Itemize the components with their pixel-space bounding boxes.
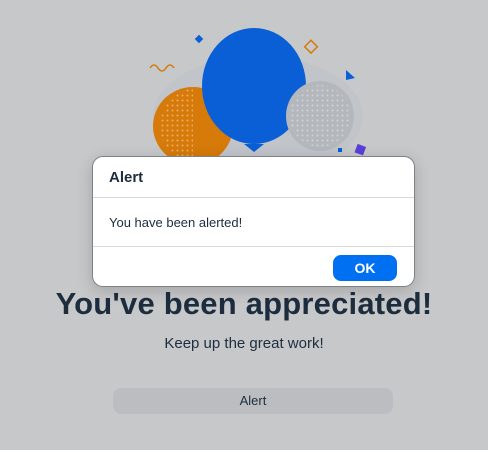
confetti-purple-square [354,143,367,156]
dialog-message: You have been alerted! [109,215,243,230]
confetti-blue-diamond [194,34,204,44]
confetti-squiggle [149,64,175,72]
page: You've been appreciated! Keep up the gre… [0,0,488,450]
dialog-footer: OK [93,246,414,286]
balloons-illustration [149,28,367,168]
alert-dialog: Alert You have been alerted! OK [92,156,415,287]
dialog-header: Alert [93,157,414,198]
alert-button[interactable]: Alert [113,388,393,414]
confetti-orange-diamond [303,39,319,55]
dialog-body: You have been alerted! [93,198,414,246]
ok-button[interactable]: OK [333,255,397,281]
page-subtitle: Keep up the great work! [164,335,324,352]
confetti-blue-triangle [346,70,355,80]
page-title: You've been appreciated! [55,286,433,321]
dialog-title: Alert [109,169,144,186]
